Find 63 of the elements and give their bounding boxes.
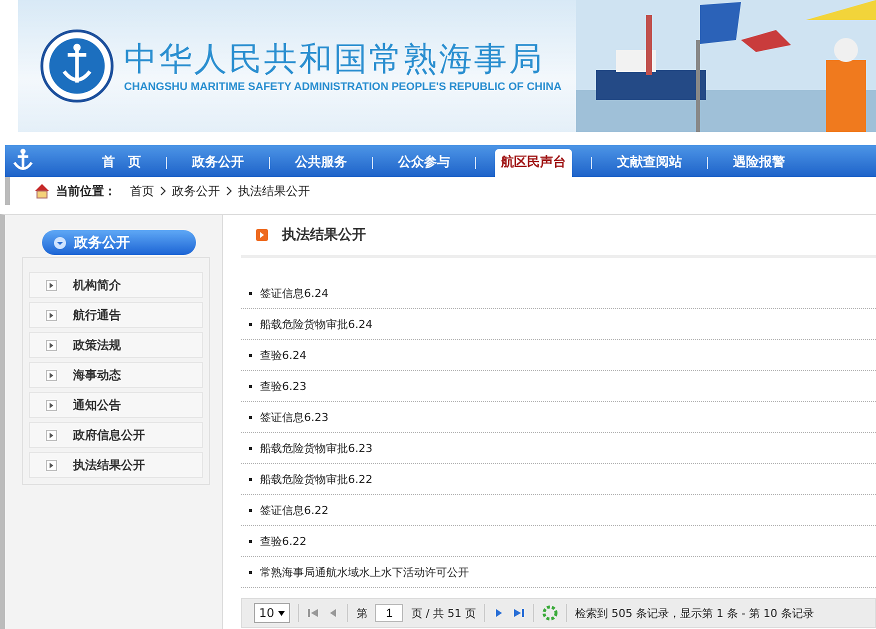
article-link[interactable]: 船载危险货物审批6.23 bbox=[260, 440, 372, 456]
page-size-select[interactable]: 10 bbox=[254, 603, 290, 623]
article-link[interactable]: 查验6.23 bbox=[260, 378, 306, 394]
article-link[interactable]: 签证信息6.23 bbox=[260, 410, 328, 424]
bullet-icon bbox=[249, 354, 252, 356]
sidebar-title: 政务公开 bbox=[74, 234, 130, 252]
breadcrumb-label: 当前位置： bbox=[56, 182, 116, 200]
bullet-icon bbox=[249, 570, 252, 574]
caret-icon bbox=[278, 610, 286, 616]
breadcrumb-link[interactable]: 政务公开 bbox=[172, 182, 220, 200]
sidebar-item[interactable]: 执法结果公开 bbox=[29, 452, 203, 478]
play-icon bbox=[46, 370, 57, 380]
record-summary: 检索到 505 条记录，显示第 1 条 - 第 10 条记录 bbox=[574, 606, 814, 620]
play-icon bbox=[46, 280, 57, 290]
bullet-icon bbox=[249, 416, 252, 418]
breadcrumb-link[interactable]: 首页 bbox=[130, 182, 154, 200]
sidebar-item[interactable]: 通知公告 bbox=[29, 392, 203, 418]
page-total: 页 / 共 51 页 bbox=[411, 606, 476, 620]
last-page-icon[interactable] bbox=[512, 607, 525, 619]
chevron-right-icon bbox=[160, 186, 166, 196]
play-icon bbox=[256, 229, 268, 241]
sidebar-item[interactable]: 海事动态 bbox=[29, 362, 203, 388]
nav-tab[interactable]: 航区民声台 bbox=[495, 149, 572, 177]
nav-tab[interactable]: 政务公开 bbox=[186, 149, 250, 177]
article-link[interactable]: 签证信息6.22 bbox=[260, 502, 328, 518]
bullet-icon bbox=[249, 322, 252, 326]
sidebar-item[interactable]: 航行通告 bbox=[29, 302, 203, 328]
article-link[interactable]: 查验6.22 bbox=[260, 534, 306, 548]
nav-tab[interactable]: 公共服务 bbox=[289, 149, 353, 177]
section-title: 执法结果公开 bbox=[282, 226, 366, 244]
bullet-icon bbox=[249, 478, 252, 480]
emblem-logo-icon bbox=[40, 29, 114, 103]
refresh-icon[interactable] bbox=[542, 605, 558, 621]
home-icon bbox=[34, 183, 50, 199]
page-input[interactable]: 1 bbox=[375, 604, 404, 622]
play-icon bbox=[46, 340, 57, 350]
bullet-icon bbox=[249, 508, 252, 512]
sidebar-item[interactable]: 政府信息公开 bbox=[29, 422, 203, 448]
play-icon bbox=[46, 400, 57, 410]
play-icon bbox=[46, 430, 57, 440]
article-link[interactable]: 签证信息6.24 bbox=[260, 286, 328, 300]
nav-tab[interactable]: 公众参与 bbox=[392, 149, 456, 177]
site-title: 中华人民共和国常熟海事局 bbox=[124, 39, 545, 79]
play-icon bbox=[46, 460, 57, 470]
nav-tab[interactable]: 遇险报警 bbox=[727, 149, 791, 177]
nav-tab[interactable]: 首 页 bbox=[96, 149, 147, 177]
chevron-right-icon bbox=[226, 186, 232, 196]
bullet-icon bbox=[249, 446, 252, 450]
site-subtitle: CHANGSHU MARITIME SAFETY ADMINISTRATION PEOPLE'S REPUBLIC OF CHINA bbox=[124, 81, 562, 93]
article-link[interactable]: 船载危险货物审批6.22 bbox=[260, 472, 372, 486]
nav-tab[interactable]: 文献查阅站 bbox=[611, 149, 688, 177]
play-icon bbox=[46, 310, 57, 320]
article-link[interactable]: 常熟海事局通航水域水上水下活动许可公开 bbox=[260, 564, 469, 580]
sidebar-item[interactable]: 政策法规 bbox=[29, 332, 203, 358]
bullet-icon bbox=[249, 384, 252, 388]
breadcrumb-link[interactable]: 执法结果公开 bbox=[238, 182, 310, 200]
bullet-icon bbox=[249, 540, 252, 542]
chevron-down-icon bbox=[54, 236, 66, 248]
sidebar-item[interactable]: 机构简介 bbox=[29, 272, 203, 298]
article-link[interactable]: 船载危险货物审批6.24 bbox=[260, 316, 372, 332]
article-link[interactable]: 查验6.24 bbox=[260, 348, 306, 362]
page-label: 第 bbox=[356, 606, 368, 620]
bullet-icon bbox=[249, 292, 252, 294]
